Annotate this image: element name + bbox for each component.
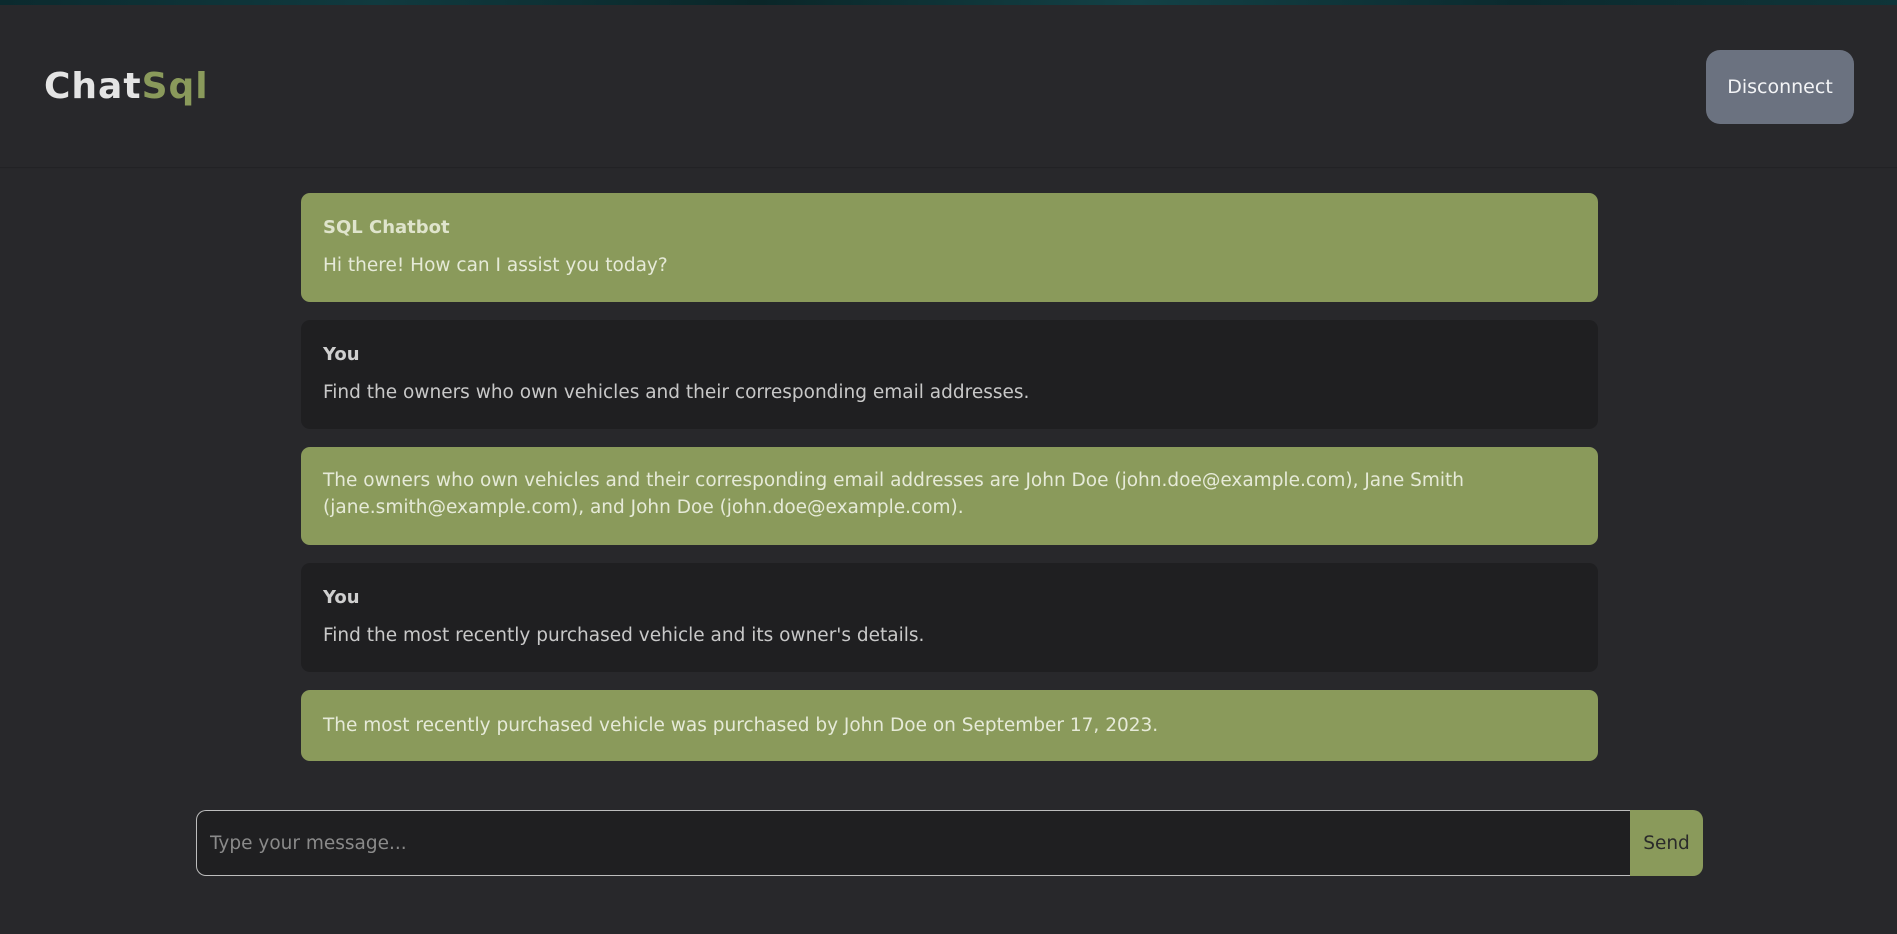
- message-text: Find the most recently purchased vehicle…: [323, 625, 925, 646]
- message-sender: SQL Chatbot: [323, 217, 450, 238]
- app-header: ChatSql Disconnect: [0, 5, 1897, 168]
- message-text: Hi there! How can I assist you today?: [323, 255, 668, 276]
- chat-message-bot: SQL Chatbot Hi there! How can I assist y…: [301, 193, 1598, 302]
- disconnect-button[interactable]: Disconnect: [1706, 50, 1854, 124]
- send-button[interactable]: Send: [1630, 810, 1703, 876]
- logo-text-sql: Sql: [141, 66, 209, 107]
- message-composer: Send: [196, 810, 1703, 876]
- message-sender: You: [323, 587, 360, 608]
- logo-text-chat: Chat: [44, 66, 142, 107]
- message-text: Find the owners who own vehicles and the…: [323, 382, 1030, 403]
- chat-message-user: You Find the owners who own vehicles and…: [301, 320, 1598, 429]
- message-text: The owners who own vehicles and their co…: [323, 470, 1464, 518]
- message-text: The most recently purchased vehicle was …: [323, 715, 1159, 736]
- message-input[interactable]: [196, 810, 1630, 876]
- message-sender: You: [323, 344, 360, 365]
- chat-message-bot: The owners who own vehicles and their co…: [301, 447, 1598, 545]
- app-logo: ChatSql: [44, 65, 209, 109]
- chat-message-user: You Find the most recently purchased veh…: [301, 563, 1598, 672]
- chat-message-bot: The most recently purchased vehicle was …: [301, 690, 1598, 761]
